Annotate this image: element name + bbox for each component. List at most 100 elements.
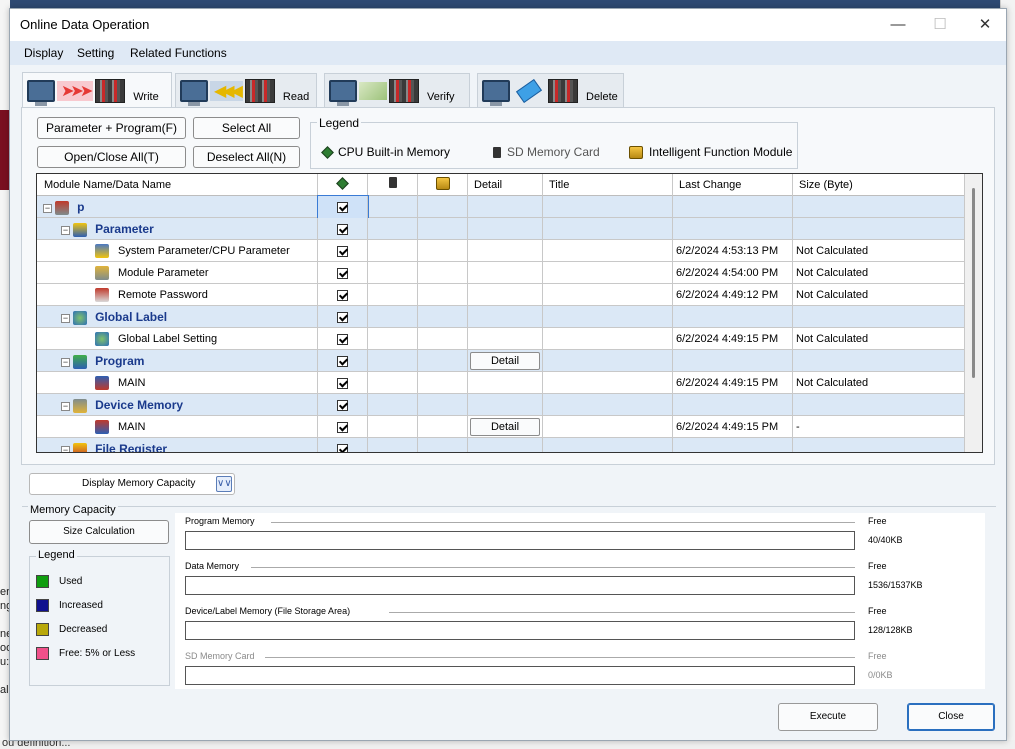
memory-name: Data Memory <box>185 561 240 571</box>
menu-setting[interactable]: Setting <box>77 46 114 60</box>
scrollbar-thumb[interactable] <box>972 188 975 378</box>
memory-legend-item: Decreased <box>36 623 107 636</box>
sd-target-cell <box>368 394 418 416</box>
menu-display[interactable]: Display <box>24 46 63 60</box>
memory-legend-label: Increased <box>59 600 103 611</box>
item-name: File Register <box>95 442 168 453</box>
module-name-cell: − Global Label <box>37 306 318 328</box>
cpu-write-checkbox[interactable] <box>337 399 348 411</box>
tab-delete[interactable]: Delete <box>477 73 624 107</box>
module-name-cell: − Program <box>37 350 318 372</box>
tree-item-row[interactable]: Global Label Setting 6/2/2024 4:49:15 PM N… <box>37 328 965 350</box>
tree-item-row[interactable]: MAIN 6/2/2024 4:49:15 PM Not Calculated <box>37 372 965 394</box>
open-close-all-button[interactable]: Open/Close All(T) <box>37 146 186 168</box>
tree-group-row[interactable]: − File Register <box>37 438 965 453</box>
cpu-target-cell <box>318 394 368 416</box>
tree-group-row[interactable]: − Device Memory <box>37 394 965 416</box>
close-icon[interactable]: ✕ <box>965 13 1005 37</box>
menu-bar: Display Setting Related Functions <box>10 41 1006 65</box>
cpu-write-checkbox[interactable] <box>337 377 348 389</box>
size-cell <box>793 438 965 452</box>
header-detail[interactable]: Detail <box>468 174 543 196</box>
header-title[interactable]: Title <box>543 174 673 196</box>
ifm-target-cell <box>418 218 468 240</box>
cpu-write-checkbox[interactable] <box>337 421 348 433</box>
cpu-write-checkbox[interactable] <box>337 245 348 257</box>
tree-group-row[interactable]: − p <box>37 195 965 219</box>
header-size[interactable]: Size (Byte) <box>793 174 965 196</box>
cpu-write-checkbox[interactable] <box>337 311 348 323</box>
minimize-icon[interactable]: — <box>878 13 918 37</box>
execute-button[interactable]: Execute <box>778 703 878 731</box>
memory-name: SD Memory Card <box>185 651 255 661</box>
tab-read[interactable]: ◀◀◀ Read <box>175 73 317 107</box>
tree-group-row[interactable]: − Program Detail <box>37 350 965 372</box>
memory-legend-label: Decreased <box>59 624 108 635</box>
memory-capacity-title: Memory Capacity <box>28 504 118 516</box>
cpu-write-checkbox[interactable] <box>337 443 348 452</box>
cpu-write-checkbox[interactable] <box>337 355 348 367</box>
cpu-write-checkbox[interactable] <box>337 333 348 345</box>
legend-color-swatch <box>36 623 49 636</box>
separator-line <box>265 657 855 658</box>
sd-target-cell <box>368 196 418 218</box>
cpu-target-cell <box>317 195 369 219</box>
sd-target-cell <box>368 372 418 394</box>
last-change-cell: 6/2/2024 4:49:15 PM <box>673 328 793 350</box>
cpu-write-checkbox[interactable] <box>337 223 348 235</box>
file-register-icon <box>73 443 88 452</box>
header-module-name[interactable]: Module Name/Data Name <box>37 174 318 196</box>
tab-delete-label: Delete <box>586 90 618 103</box>
sd-target-cell <box>368 416 418 438</box>
memory-name: Program Memory <box>185 516 255 526</box>
detail-button[interactable]: Detail <box>470 352 540 370</box>
grid-vertical-scrollbar[interactable] <box>965 174 982 452</box>
last-change-cell: 6/2/2024 4:49:12 PM <box>673 284 793 306</box>
tree-item-row[interactable]: MAIN Detail 6/2/2024 4:49:15 PM - <box>37 416 965 438</box>
display-memory-capacity-toggle[interactable]: Display Memory Capacity ∨∨ <box>29 473 235 495</box>
memory-capacity-section: Memory Capacity Size Calculation Legend … <box>22 504 996 696</box>
tree-item-row[interactable]: Module Parameter 6/2/2024 4:54:00 PM Not C… <box>37 262 965 284</box>
collapse-icon[interactable]: − <box>61 357 70 367</box>
collapse-icon[interactable]: − <box>61 445 70 452</box>
target-legend: Legend CPU Built-in Memory SD Memory Car… <box>310 116 798 169</box>
collapse-icon[interactable]: − <box>43 203 52 213</box>
tree-group-row[interactable]: − Global Label <box>37 306 965 328</box>
select-all-button[interactable]: Select All <box>193 117 300 139</box>
close-button[interactable]: Close <box>907 703 995 731</box>
free-value: 40/40KB <box>868 535 903 545</box>
size-cell <box>793 196 965 218</box>
tree-group-row[interactable]: − Parameter <box>37 218 965 240</box>
tab-verify[interactable]: Verify <box>324 73 470 107</box>
free-value: 0/0KB <box>868 670 893 680</box>
collapse-icon[interactable]: − <box>61 313 70 323</box>
write-tab-icon: ➤➤➤ <box>27 78 126 106</box>
header-ifm-column[interactable] <box>418 174 468 196</box>
tab-write[interactable]: ➤➤➤ Write <box>22 72 172 108</box>
detail-button[interactable]: Detail <box>470 418 540 436</box>
size-cell <box>793 306 965 328</box>
header-cpu-column[interactable] <box>318 174 368 196</box>
collapse-icon[interactable]: − <box>61 225 70 235</box>
collapse-icon[interactable]: − <box>61 401 70 411</box>
cpu-write-checkbox[interactable] <box>337 267 348 279</box>
menu-related-functions[interactable]: Related Functions <box>130 46 227 60</box>
deselect-all-button[interactable]: Deselect All(N) <box>193 146 300 168</box>
cpu-write-checkbox[interactable] <box>337 201 348 213</box>
size-calculation-button[interactable]: Size Calculation <box>29 520 169 544</box>
project-icon <box>55 201 70 216</box>
cpu-write-checkbox[interactable] <box>337 289 348 301</box>
ifm-target-cell <box>418 394 468 416</box>
tree-item-row[interactable]: System Parameter/CPU Parameter 6/2/2024 4… <box>37 240 965 262</box>
header-last-change[interactable]: Last Change <box>673 174 793 196</box>
chevron-down-icon[interactable]: ∨∨ <box>216 476 232 492</box>
legend-color-swatch <box>36 647 49 660</box>
size-cell: Not Calculated <box>793 262 965 284</box>
header-sd-column[interactable] <box>368 174 418 196</box>
memory-capacity-row: Device/Label Memory (File Storage Area) F… <box>185 606 975 646</box>
maximize-icon[interactable]: ☐ <box>920 13 960 37</box>
tree-item-row[interactable]: Remote Password 6/2/2024 4:49:12 PM Not Ca… <box>37 284 965 306</box>
memory-legend-label: Used <box>59 576 83 587</box>
parameter-program-button[interactable]: Parameter + Program(F) <box>37 117 186 139</box>
data-tree-grid: Module Name/Data Name Detail Title Last … <box>36 173 983 453</box>
